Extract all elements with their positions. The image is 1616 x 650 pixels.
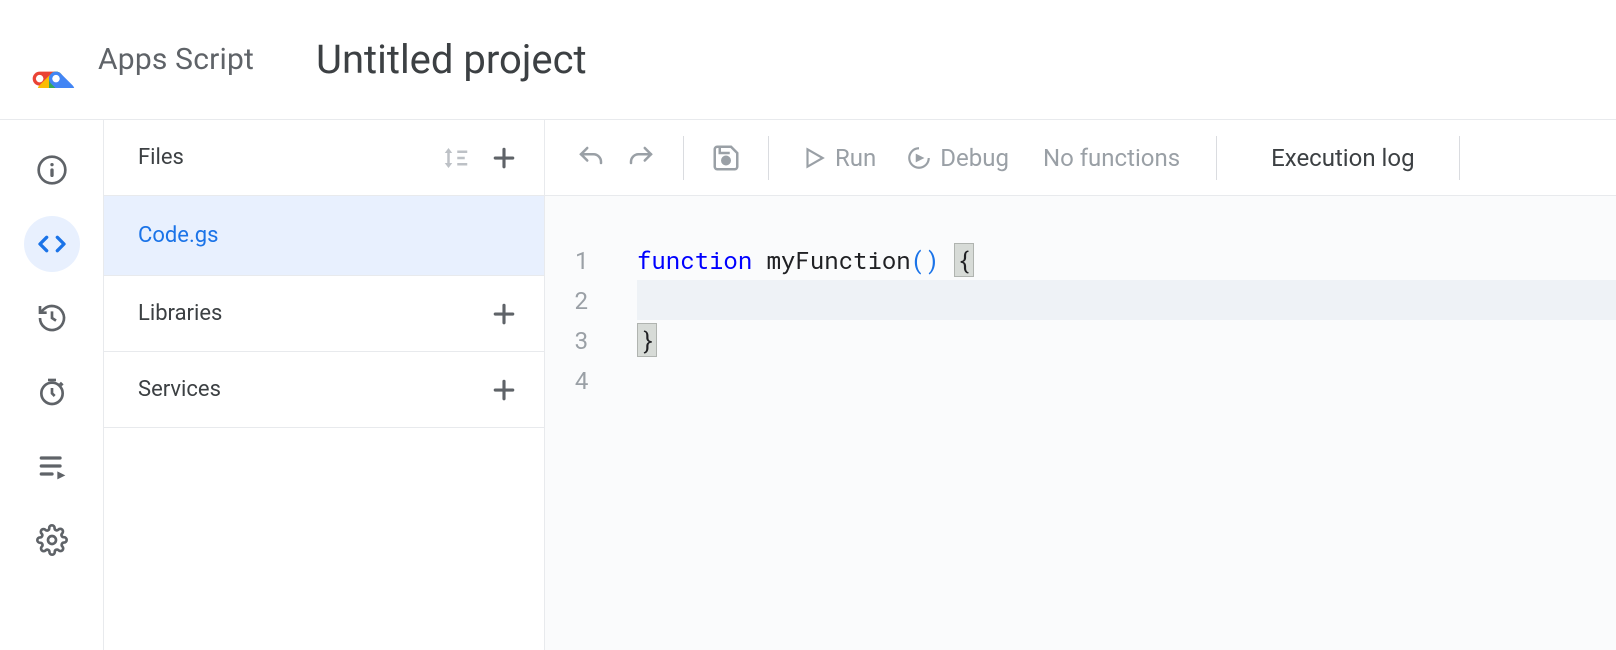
line-number: 1 bbox=[545, 240, 589, 280]
code-line-2 bbox=[637, 280, 1616, 320]
project-title[interactable]: Untitled project bbox=[316, 36, 587, 83]
nav-history[interactable] bbox=[24, 290, 80, 346]
code-line-1: function myFunction() { bbox=[637, 240, 1616, 280]
nav-triggers[interactable] bbox=[24, 364, 80, 420]
logo[interactable]: Apps Script bbox=[28, 32, 254, 88]
line-number: 2 bbox=[545, 280, 589, 320]
file-name: Code.gs bbox=[138, 223, 218, 248]
toolbar-divider bbox=[683, 136, 684, 180]
execution-log-label: Execution log bbox=[1271, 144, 1414, 172]
code-content[interactable]: function myFunction() { } bbox=[609, 240, 1616, 650]
libraries-label: Libraries bbox=[138, 301, 222, 326]
code-line-3: } bbox=[637, 320, 1616, 360]
editor-toolbar: Run Debug No functions Execution log bbox=[545, 120, 1616, 196]
function-select-value: No functions bbox=[1043, 144, 1180, 172]
function-select[interactable]: No functions bbox=[1029, 144, 1194, 172]
add-file-icon[interactable] bbox=[486, 140, 522, 176]
toolbar-divider bbox=[768, 136, 769, 180]
save-icon[interactable] bbox=[706, 138, 746, 178]
nav-settings[interactable] bbox=[24, 512, 80, 568]
services-label: Services bbox=[138, 377, 221, 402]
nav-rail bbox=[0, 120, 104, 650]
debug-button[interactable]: Debug bbox=[896, 144, 1019, 172]
files-label: Files bbox=[138, 145, 184, 170]
apps-script-logo-icon bbox=[28, 32, 84, 88]
editor-main: Run Debug No functions Execution log 1 2… bbox=[545, 120, 1616, 650]
app-header: Apps Script Untitled project bbox=[0, 0, 1616, 120]
line-number: 4 bbox=[545, 360, 589, 400]
run-label: Run bbox=[835, 144, 876, 172]
file-item-code-gs[interactable]: Code.gs bbox=[104, 196, 544, 276]
app-name: Apps Script bbox=[98, 42, 254, 77]
add-library-icon[interactable] bbox=[486, 296, 522, 332]
code-line-4 bbox=[637, 360, 1616, 400]
code-editor[interactable]: 1 2 3 4 function myFunction() { } bbox=[545, 196, 1616, 650]
run-button[interactable]: Run bbox=[791, 144, 886, 172]
add-service-icon[interactable] bbox=[486, 372, 522, 408]
services-section-header: Services bbox=[104, 352, 544, 428]
nav-editor[interactable] bbox=[24, 216, 80, 272]
files-sidebar: Files Code.gs Libraries Services bbox=[104, 120, 545, 650]
debug-label: Debug bbox=[940, 144, 1009, 172]
undo-icon[interactable] bbox=[571, 138, 611, 178]
sort-files-icon[interactable] bbox=[438, 140, 474, 176]
toolbar-divider bbox=[1216, 136, 1217, 180]
execution-log-button[interactable]: Execution log bbox=[1249, 144, 1436, 172]
libraries-section-header: Libraries bbox=[104, 276, 544, 352]
line-number: 3 bbox=[545, 320, 589, 360]
redo-icon[interactable] bbox=[621, 138, 661, 178]
nav-executions[interactable] bbox=[24, 438, 80, 494]
toolbar-divider bbox=[1459, 136, 1460, 180]
nav-overview[interactable] bbox=[24, 142, 80, 198]
files-section-header: Files bbox=[104, 120, 544, 196]
line-gutter: 1 2 3 4 bbox=[545, 240, 609, 650]
